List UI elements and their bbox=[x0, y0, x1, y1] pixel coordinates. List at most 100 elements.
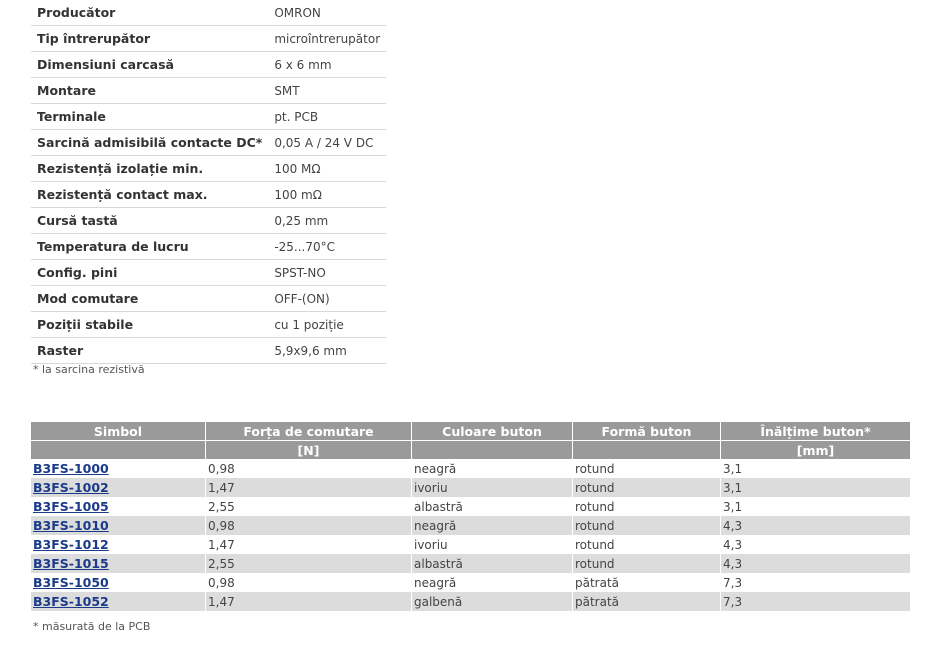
product-link[interactable]: B3FS-1002 bbox=[33, 480, 109, 495]
spec-value: 6 x 6 mm bbox=[268, 51, 387, 78]
spec-value: 100 mΩ bbox=[268, 181, 387, 208]
spec-label: Sarcină admisibilă contacte DC* bbox=[31, 129, 269, 156]
spec-label: Mod comutare bbox=[31, 285, 269, 312]
spec-value: OFF-(ON) bbox=[268, 285, 387, 312]
spec-row: Montare SMT bbox=[31, 77, 387, 104]
shape-cell: rotund bbox=[573, 497, 721, 516]
products-footnote: * măsurată de la PCB bbox=[33, 620, 151, 633]
specifications-table: Producător OMRON Tip întrerupător microînt… bbox=[31, 0, 387, 364]
spec-row: Dimensiuni carcasă 6 x 6 mm bbox=[31, 51, 387, 78]
spec-row: Rezistență izolație min. 100 MΩ bbox=[31, 155, 387, 182]
force-cell: 0,98 bbox=[206, 459, 412, 478]
height-cell: 4,3 bbox=[721, 516, 910, 535]
product-link[interactable]: B3FS-1052 bbox=[33, 594, 109, 609]
spec-label: Config. pini bbox=[31, 259, 269, 286]
spec-row: Poziții stabile cu 1 poziție bbox=[31, 311, 387, 338]
height-cell: 7,3 bbox=[721, 573, 910, 592]
color-cell: albastră bbox=[412, 554, 573, 573]
spec-label: Dimensiuni carcasă bbox=[31, 51, 269, 78]
spec-label: Terminale bbox=[31, 103, 269, 130]
height-cell: 4,3 bbox=[721, 535, 910, 554]
spec-label: Rezistență izolație min. bbox=[31, 155, 269, 182]
shape-cell: rotund bbox=[573, 459, 721, 478]
spec-value: 0,05 A / 24 V DC bbox=[268, 129, 387, 156]
spec-label: Producător bbox=[31, 0, 269, 26]
table-header-row: Simbol Forța de comutare Culoare buton F… bbox=[31, 422, 910, 441]
color-cell: neagră bbox=[412, 516, 573, 535]
force-cell: 1,47 bbox=[206, 535, 412, 554]
header-shape: Formă buton bbox=[573, 422, 721, 441]
table-units-row: [N] [mm] bbox=[31, 441, 910, 459]
table-row: B3FS-1012 1,47 ivoriu rotund 4,3 bbox=[31, 535, 910, 554]
product-link[interactable]: B3FS-1010 bbox=[33, 518, 109, 533]
force-cell: 2,55 bbox=[206, 554, 412, 573]
spec-row: Terminale pt. PCB bbox=[31, 103, 387, 130]
height-cell: 4,3 bbox=[721, 554, 910, 573]
spec-label: Montare bbox=[31, 77, 269, 104]
product-link[interactable]: B3FS-1000 bbox=[33, 461, 109, 476]
unit-symbol bbox=[31, 441, 206, 459]
specs-footnote: * la sarcina rezistivă bbox=[33, 363, 145, 376]
force-cell: 1,47 bbox=[206, 478, 412, 497]
product-link[interactable]: B3FS-1050 bbox=[33, 575, 109, 590]
spec-label: Raster bbox=[31, 337, 269, 364]
spec-row: Config. pini SPST-NO bbox=[31, 259, 387, 286]
spec-value: 100 MΩ bbox=[268, 155, 387, 182]
color-cell: galbenă bbox=[412, 592, 573, 611]
spec-label: Temperatura de lucru bbox=[31, 233, 269, 260]
shape-cell: rotund bbox=[573, 554, 721, 573]
height-cell: 7,3 bbox=[721, 592, 910, 611]
force-cell: 0,98 bbox=[206, 516, 412, 535]
spec-row: Cursă tastă 0,25 mm bbox=[31, 207, 387, 234]
height-cell: 3,1 bbox=[721, 478, 910, 497]
table-row: B3FS-1052 1,47 galbenă pătrată 7,3 bbox=[31, 592, 910, 611]
color-cell: albastră bbox=[412, 497, 573, 516]
spec-row: Producător OMRON bbox=[31, 0, 387, 26]
spec-row: Rezistență contact max. 100 mΩ bbox=[31, 181, 387, 208]
spec-row: Mod comutare OFF-(ON) bbox=[31, 285, 387, 312]
force-cell: 0,98 bbox=[206, 573, 412, 592]
force-cell: 2,55 bbox=[206, 497, 412, 516]
table-row: B3FS-1005 2,55 albastră rotund 3,1 bbox=[31, 497, 910, 516]
spec-value: 5,9x9,6 mm bbox=[268, 337, 387, 364]
header-color: Culoare buton bbox=[412, 422, 573, 441]
unit-force: [N] bbox=[206, 441, 412, 459]
spec-label: Cursă tastă bbox=[31, 207, 269, 234]
unit-height: [mm] bbox=[721, 441, 910, 459]
force-cell: 1,47 bbox=[206, 592, 412, 611]
spec-label: Rezistență contact max. bbox=[31, 181, 269, 208]
table-row: B3FS-1015 2,55 albastră rotund 4,3 bbox=[31, 554, 910, 573]
header-height: Înălțime buton* bbox=[721, 422, 910, 441]
shape-cell: rotund bbox=[573, 516, 721, 535]
product-link[interactable]: B3FS-1015 bbox=[33, 556, 109, 571]
spec-value: 0,25 mm bbox=[268, 207, 387, 234]
spec-value: cu 1 poziție bbox=[268, 311, 387, 338]
header-symbol: Simbol bbox=[31, 422, 206, 441]
color-cell: neagră bbox=[412, 573, 573, 592]
unit-shape bbox=[573, 441, 721, 459]
spec-label: Poziții stabile bbox=[31, 311, 269, 338]
table-row: B3FS-1050 0,98 neagră pătrată 7,3 bbox=[31, 573, 910, 592]
spec-value: pt. PCB bbox=[268, 103, 387, 130]
color-cell: ivoriu bbox=[412, 535, 573, 554]
shape-cell: rotund bbox=[573, 535, 721, 554]
product-link[interactable]: B3FS-1012 bbox=[33, 537, 109, 552]
spec-row: Sarcină admisibilă contacte DC* 0,05 A / … bbox=[31, 129, 387, 156]
table-row: B3FS-1000 0,98 neagră rotund 3,1 bbox=[31, 459, 910, 478]
spec-value: -25...70°C bbox=[268, 233, 387, 260]
spec-value: microîntrerupător bbox=[268, 25, 387, 52]
spec-label: Tip întrerupător bbox=[31, 25, 269, 52]
shape-cell: pătrată bbox=[573, 573, 721, 592]
height-cell: 3,1 bbox=[721, 497, 910, 516]
spec-row: Temperatura de lucru -25...70°C bbox=[31, 233, 387, 260]
table-row: B3FS-1010 0,98 neagră rotund 4,3 bbox=[31, 516, 910, 535]
color-cell: ivoriu bbox=[412, 478, 573, 497]
product-link[interactable]: B3FS-1005 bbox=[33, 499, 109, 514]
spec-value: SMT bbox=[268, 77, 387, 104]
table-row: B3FS-1002 1,47 ivoriu rotund 3,1 bbox=[31, 478, 910, 497]
spec-value: OMRON bbox=[268, 0, 387, 26]
header-force: Forța de comutare bbox=[206, 422, 412, 441]
height-cell: 3,1 bbox=[721, 459, 910, 478]
shape-cell: pătrată bbox=[573, 592, 721, 611]
spec-row: Tip întrerupător microîntrerupător bbox=[31, 25, 387, 52]
